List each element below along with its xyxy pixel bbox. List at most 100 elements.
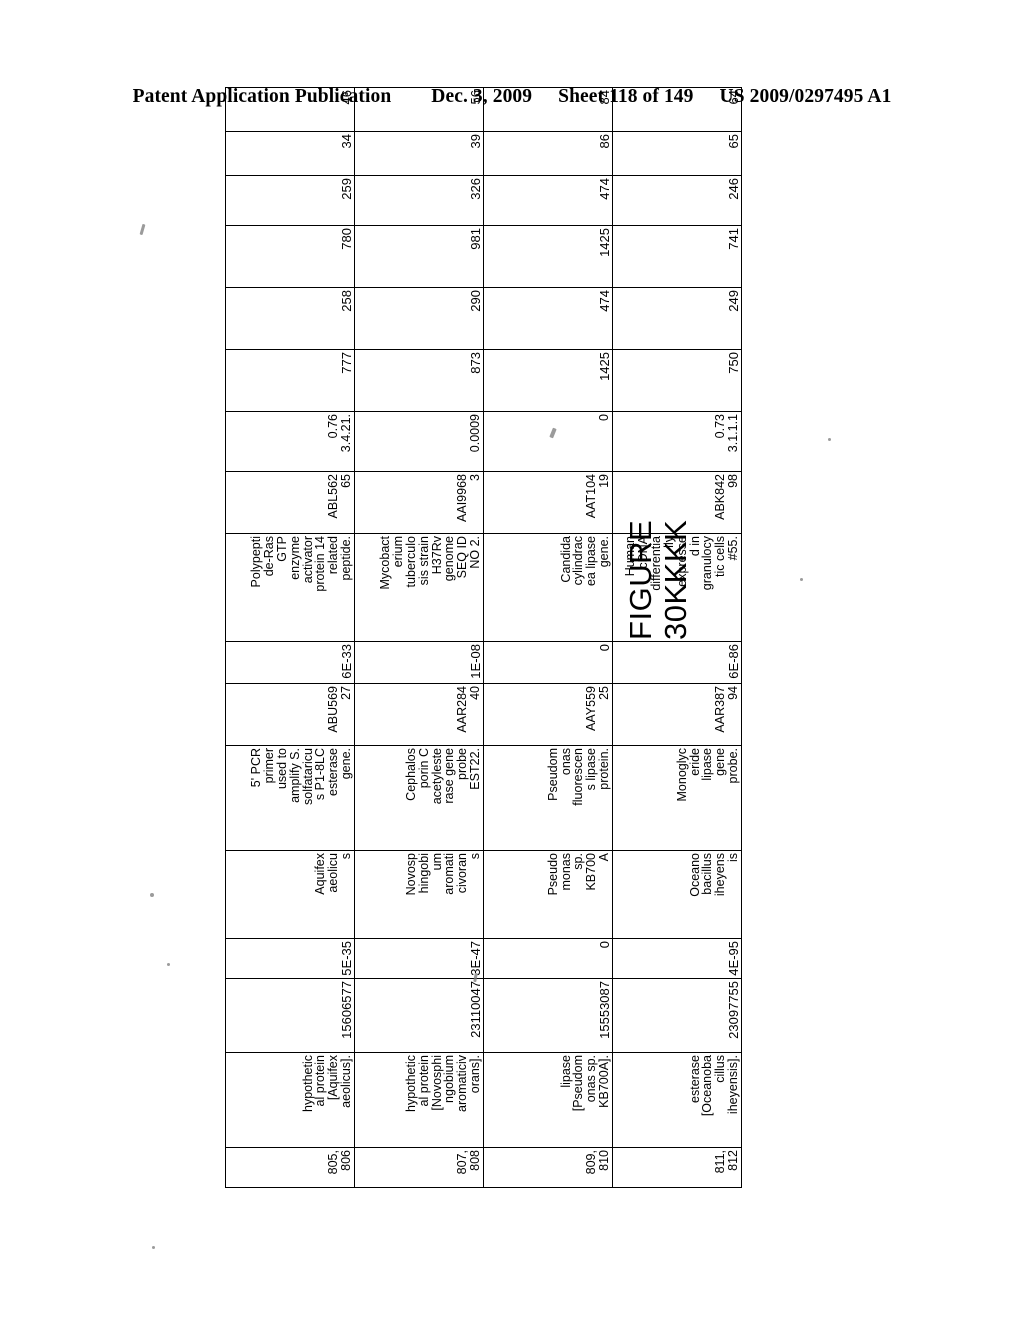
cell-number-1: 750 bbox=[612, 349, 742, 412]
scan-speck bbox=[152, 1246, 155, 1249]
cell-number-4: 259 bbox=[225, 175, 355, 226]
cell-number-4: 326 bbox=[354, 175, 484, 226]
accession-line: 98 bbox=[726, 474, 741, 488]
cell-number-2: 249 bbox=[612, 287, 742, 350]
scan-speck bbox=[150, 893, 154, 897]
desc-line: de-Ras bbox=[261, 536, 276, 577]
cell-accession-1: 15606577 bbox=[225, 978, 355, 1053]
cell-number-6: 84 bbox=[483, 87, 613, 132]
cell-number-4: 474 bbox=[483, 175, 613, 226]
rotated-table-canvas: 805, 806 hypothetic al protein [Aquifex … bbox=[225, 87, 800, 1196]
desc-line: amplify S. bbox=[287, 748, 302, 803]
cell-accession-2: ABU569 27 bbox=[225, 683, 355, 746]
cell-evalue-1: 5E-35 bbox=[225, 938, 355, 979]
desc-line: NO 2. bbox=[468, 536, 483, 569]
figure-caption: FIGURE 30KKKK bbox=[623, 519, 693, 640]
cell-description-1: lipase [Pseudom onas sp. KB700A]. bbox=[483, 1052, 613, 1148]
cell-description-1: esterase [Oceanoba cillus iheyensis]. bbox=[612, 1052, 742, 1148]
cell-number-1: 1425 bbox=[483, 349, 613, 412]
desc-line: sis strain bbox=[416, 536, 431, 586]
cell-seq-id: 807, 808 bbox=[354, 1147, 484, 1188]
accession-line: 25 bbox=[597, 686, 612, 700]
figure-region: 805, 806 hypothetic al protein [Aquifex … bbox=[0, 0, 1024, 1320]
desc-line: iheyensis]. bbox=[726, 1055, 741, 1115]
accession-line: 40 bbox=[468, 686, 483, 700]
cell-number-3: 981 bbox=[354, 225, 484, 288]
organism-line: s bbox=[339, 853, 354, 860]
cell-number-3: 1425 bbox=[483, 225, 613, 288]
cell-number-5: 65 bbox=[612, 131, 742, 176]
cell-organism: Aquifex aeolicu s bbox=[225, 850, 355, 939]
desc-line: erium bbox=[390, 536, 405, 568]
desc-line: al protein bbox=[416, 1055, 431, 1107]
desc-line: porin C bbox=[416, 748, 431, 789]
score-line: 0.0009 bbox=[468, 414, 483, 453]
organism-line: Novosp bbox=[403, 853, 418, 896]
cell-number-1: 777 bbox=[225, 349, 355, 412]
accession-line: 65 bbox=[339, 474, 354, 488]
organism-line: iheyens bbox=[713, 853, 728, 897]
desc-line: Cephalos bbox=[403, 748, 418, 801]
cell-score: 0.76 3.4.21. bbox=[225, 411, 355, 472]
figure-caption-line-1: FIGURE bbox=[623, 519, 658, 640]
cell-number-2: 290 bbox=[354, 287, 484, 350]
desc-line: probe. bbox=[726, 748, 741, 784]
cell-description-2: 5' PCR primer used to amplify S. solfata… bbox=[225, 745, 355, 851]
cell-description-1: hypothetic al protein [Aquifex aeolicus]… bbox=[225, 1052, 355, 1148]
desc-line: orans]. bbox=[468, 1055, 483, 1094]
table-row: 807, 808 hypothetic al protein [Novosphi… bbox=[354, 87, 484, 1188]
cell-accession-2: AAR387 94 bbox=[612, 683, 742, 746]
cell-number-4: 246 bbox=[612, 175, 742, 226]
desc-line: 5' PCR bbox=[249, 748, 263, 788]
cell-accession-3: AAT104 19 bbox=[483, 471, 613, 534]
cell-number-6: 46 bbox=[225, 87, 355, 132]
desc-line: gene. bbox=[339, 748, 354, 780]
seq-id-line-2: 806 bbox=[339, 1150, 354, 1171]
cell-description-2: Monoglyc eride lipase gene probe. bbox=[612, 745, 742, 851]
cell-accession-2: AAR284 40 bbox=[354, 683, 484, 746]
cell-score: 0.0009 bbox=[354, 411, 484, 472]
cell-score: 0 bbox=[483, 411, 613, 472]
desc-line: GTP bbox=[274, 536, 289, 562]
accession-line: 3 bbox=[468, 474, 483, 481]
desc-line: protein. bbox=[597, 748, 612, 790]
cell-number-5: 39 bbox=[354, 131, 484, 176]
cell-organism: Oceano bacillus iheyens is bbox=[612, 850, 742, 939]
cell-number-6: 64 bbox=[612, 87, 742, 132]
organism-line: is bbox=[726, 853, 741, 863]
cell-evalue-1: 3E-47 bbox=[354, 938, 484, 979]
accession-line: 94 bbox=[726, 686, 741, 700]
desc-line: primer bbox=[261, 748, 276, 784]
seq-id-line-2: 812 bbox=[726, 1150, 741, 1171]
organism-line: aeolicu bbox=[326, 853, 341, 893]
scan-speck bbox=[167, 963, 170, 966]
cell-number-3: 780 bbox=[225, 225, 355, 288]
cell-evalue-2: 0 bbox=[483, 641, 613, 684]
desc-line: #55. bbox=[726, 536, 741, 561]
scan-speck bbox=[828, 438, 831, 441]
table-row: 809, 810 lipase [Pseudom onas sp. KB700A… bbox=[483, 87, 613, 1188]
organism-line: s bbox=[468, 853, 483, 860]
cell-score: 0.73 3.1.1.1 bbox=[612, 411, 742, 472]
cell-evalue-2: 1E-08 bbox=[354, 641, 484, 684]
desc-line: Monoglyc bbox=[674, 748, 689, 802]
cell-number-5: 34 bbox=[225, 131, 355, 176]
organism-line: hingobi bbox=[416, 853, 431, 894]
cell-organism: Pseudo monas sp. KB700 A bbox=[483, 850, 613, 939]
desc-line: KB700A]. bbox=[597, 1055, 612, 1108]
desc-line: Mycobact bbox=[378, 536, 392, 590]
cell-accession-1: 23110047 bbox=[354, 978, 484, 1053]
accession-line: 19 bbox=[597, 474, 612, 488]
cell-description-3: Candida cylindrac ea lipase gene. bbox=[483, 533, 613, 642]
cell-accession-3: AAI9968 3 bbox=[354, 471, 484, 534]
desc-line: gene. bbox=[597, 536, 612, 568]
seq-id-line-2: 810 bbox=[597, 1150, 612, 1171]
desc-line: tuberculo bbox=[403, 536, 418, 588]
cell-number-6: 56 bbox=[354, 87, 484, 132]
organism-line: Pseudo bbox=[545, 853, 560, 896]
organism-line: civoran bbox=[455, 853, 470, 894]
cell-description-3: Mycobact erium tuberculo sis strain H37R… bbox=[354, 533, 484, 642]
desc-line: Polypepti bbox=[249, 536, 263, 588]
desc-line: peptide. bbox=[339, 536, 354, 581]
cell-organism: Novosp hingobi um aromati civoran s bbox=[354, 850, 484, 939]
